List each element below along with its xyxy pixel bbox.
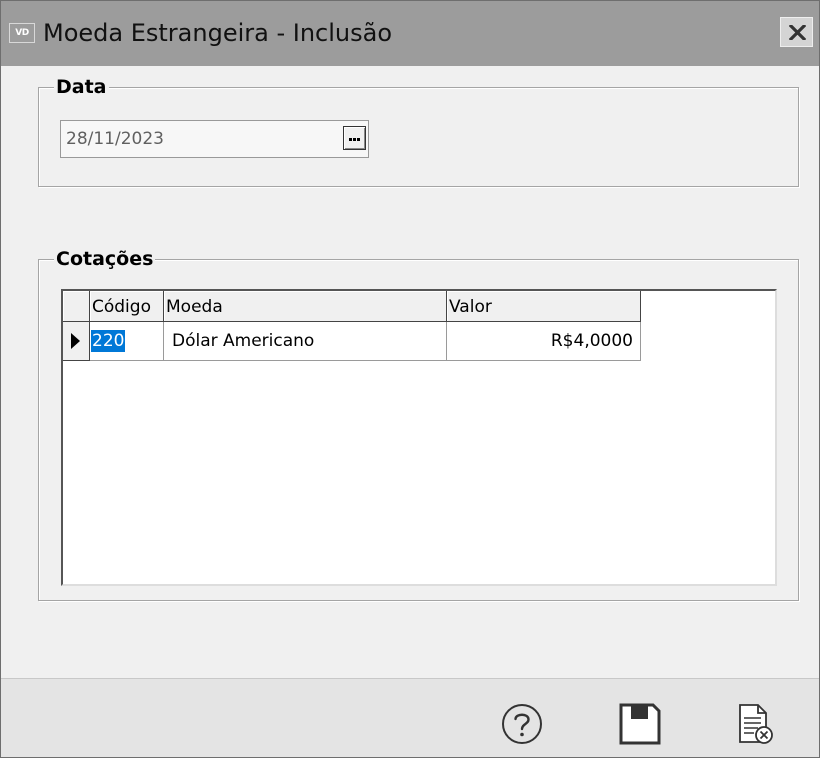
date-picker-button[interactable] xyxy=(343,126,366,150)
cell-codigo[interactable]: 220 xyxy=(90,322,164,361)
dialog-window: VD Moeda Estrangeira - Inclusão Data 28/… xyxy=(0,0,820,758)
close-button[interactable] xyxy=(780,17,813,47)
save-button[interactable] xyxy=(618,702,662,746)
column-header-moeda[interactable]: Moeda xyxy=(164,291,447,322)
close-icon xyxy=(789,25,806,40)
ellipsis-icon xyxy=(349,138,352,141)
current-row-arrow-icon xyxy=(71,333,80,349)
cancel-document-icon xyxy=(739,704,773,744)
cancel-button[interactable] xyxy=(734,702,778,746)
date-value: 28/11/2023 xyxy=(66,129,164,149)
codigo-value: 220 xyxy=(91,330,126,352)
column-header-codigo[interactable]: Código xyxy=(90,291,164,322)
app-icon: VD xyxy=(9,23,35,43)
window-title: Moeda Estrangeira - Inclusão xyxy=(43,19,393,47)
header-indicator-cell xyxy=(63,291,90,322)
date-field[interactable]: 28/11/2023 xyxy=(60,120,369,158)
help-button[interactable] xyxy=(500,702,544,746)
help-icon xyxy=(502,704,542,744)
title-bar[interactable]: VD Moeda Estrangeira - Inclusão xyxy=(1,1,819,66)
cotacoes-legend: Cotações xyxy=(54,247,156,271)
cotacoes-grid[interactable]: Código Moeda Valor 220 Dólar Americano R… xyxy=(61,289,777,586)
save-icon xyxy=(619,703,661,745)
footer-toolbar xyxy=(1,678,819,757)
cell-moeda[interactable]: Dólar Americano xyxy=(164,322,447,361)
cell-valor[interactable]: R$4,0000 xyxy=(447,322,641,361)
data-legend: Data xyxy=(54,75,109,99)
column-header-valor[interactable]: Valor xyxy=(447,291,641,322)
row-indicator[interactable] xyxy=(63,322,90,361)
